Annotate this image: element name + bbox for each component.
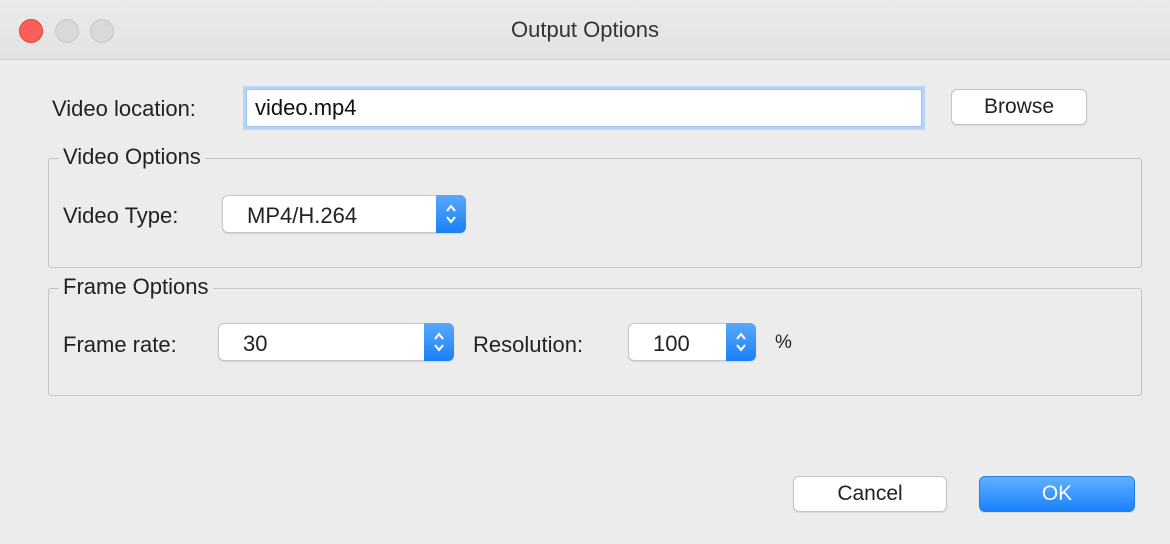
frame-rate-value: 30 bbox=[243, 331, 268, 356]
frame-rate-select[interactable]: 30 bbox=[218, 323, 454, 361]
video-options-group: Video Options Video Type: MP4/H.264 bbox=[48, 144, 1142, 268]
browse-button[interactable]: Browse bbox=[951, 89, 1087, 125]
resolution-unit: % bbox=[775, 332, 792, 353]
frame-options-legend: Frame Options bbox=[59, 274, 213, 300]
frame-options-group: Frame Options Frame rate: 30 Resolution:… bbox=[48, 274, 1142, 396]
resolution-value: 100 bbox=[653, 331, 690, 356]
title-bar: Output Options bbox=[0, 0, 1170, 60]
video-type-value: MP4/H.264 bbox=[247, 203, 358, 228]
resolution-label: Resolution: bbox=[473, 332, 584, 357]
chevron-updown-icon[interactable] bbox=[726, 323, 756, 361]
chevron-updown-icon[interactable] bbox=[436, 195, 466, 233]
frame-rate-label: Frame rate: bbox=[63, 332, 177, 357]
video-location-label: Video location: bbox=[52, 96, 196, 121]
window-title: Output Options bbox=[511, 17, 659, 42]
video-location-input[interactable] bbox=[246, 89, 922, 127]
cancel-button[interactable]: Cancel bbox=[793, 476, 947, 512]
video-options-legend: Video Options bbox=[59, 144, 205, 170]
ok-button[interactable]: OK bbox=[979, 476, 1135, 512]
resolution-select[interactable]: 100 bbox=[628, 323, 756, 361]
video-type-select[interactable]: MP4/H.264 bbox=[222, 195, 466, 233]
chevron-updown-icon[interactable] bbox=[424, 323, 454, 361]
video-type-label: Video Type: bbox=[63, 203, 179, 228]
dialog-content: Video location: Browse Video Options Vid… bbox=[0, 61, 1170, 544]
